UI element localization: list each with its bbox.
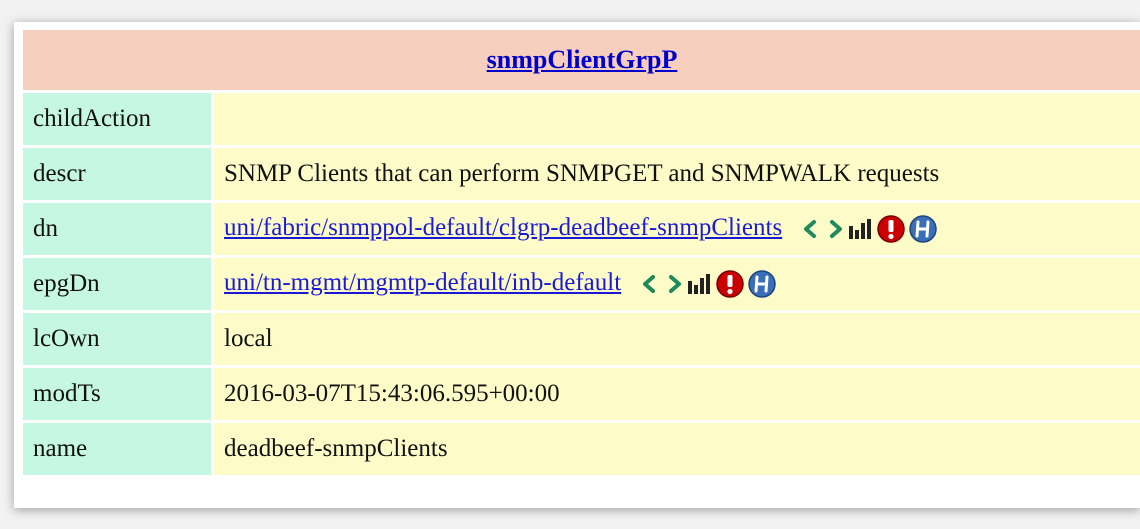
property-key: dn — [23, 203, 211, 255]
chevron-right-icon[interactable] — [663, 273, 685, 295]
property-key: lcOwn — [23, 313, 211, 365]
property-value — [214, 93, 1140, 145]
chevron-left-icon[interactable] — [800, 218, 822, 240]
stats-bars-icon[interactable] — [848, 217, 874, 241]
fault-alert-icon[interactable] — [715, 269, 745, 299]
object-class-link[interactable]: snmpClientGrpP — [487, 45, 678, 74]
navigation-icons — [800, 214, 938, 244]
stats-bars-icon[interactable] — [687, 272, 713, 296]
property-key: epgDn — [23, 258, 211, 310]
table-row: epgDn uni/tn-mgmt/mgmtp-default/inb-defa… — [23, 258, 1140, 310]
property-key: modTs — [23, 368, 211, 420]
chevron-right-icon[interactable] — [824, 218, 846, 240]
property-value-cell: uni/tn-mgmt/mgmtp-default/inb-default — [214, 258, 1140, 310]
history-icon[interactable] — [747, 269, 777, 299]
property-key: name — [23, 423, 211, 475]
property-value: SNMP Clients that can perform SNMPGET an… — [214, 148, 1140, 200]
property-key: childAction — [23, 93, 211, 145]
property-value-cell: uni/fabric/snmppol-default/clgrp-deadbee… — [214, 203, 1140, 255]
table-row: childAction — [23, 93, 1140, 145]
property-key: descr — [23, 148, 211, 200]
object-class-header: snmpClientGrpP — [23, 30, 1140, 90]
table-row: name deadbeef-snmpClients — [23, 423, 1140, 475]
title-row: snmpClientGrpP — [23, 30, 1140, 90]
epgdn-link[interactable]: uni/tn-mgmt/mgmtp-default/inb-default — [224, 269, 621, 296]
property-value: 2016-03-07T15:43:06.595+00:00 — [214, 368, 1140, 420]
object-panel: snmpClientGrpP childAction descr SNMP Cl… — [14, 22, 1140, 508]
object-table: snmpClientGrpP childAction descr SNMP Cl… — [20, 27, 1140, 478]
property-value: local — [214, 313, 1140, 365]
history-icon[interactable] — [908, 214, 938, 244]
property-value: deadbeef-snmpClients — [214, 423, 1140, 475]
table-row: modTs 2016-03-07T15:43:06.595+00:00 — [23, 368, 1140, 420]
fault-alert-icon[interactable] — [876, 214, 906, 244]
table-row: lcOwn local — [23, 313, 1140, 365]
chevron-left-icon[interactable] — [639, 273, 661, 295]
table-row: descr SNMP Clients that can perform SNMP… — [23, 148, 1140, 200]
dn-link[interactable]: uni/fabric/snmppol-default/clgrp-deadbee… — [224, 214, 782, 241]
table-row: dn uni/fabric/snmppol-default/clgrp-dead… — [23, 203, 1140, 255]
navigation-icons — [639, 269, 777, 299]
